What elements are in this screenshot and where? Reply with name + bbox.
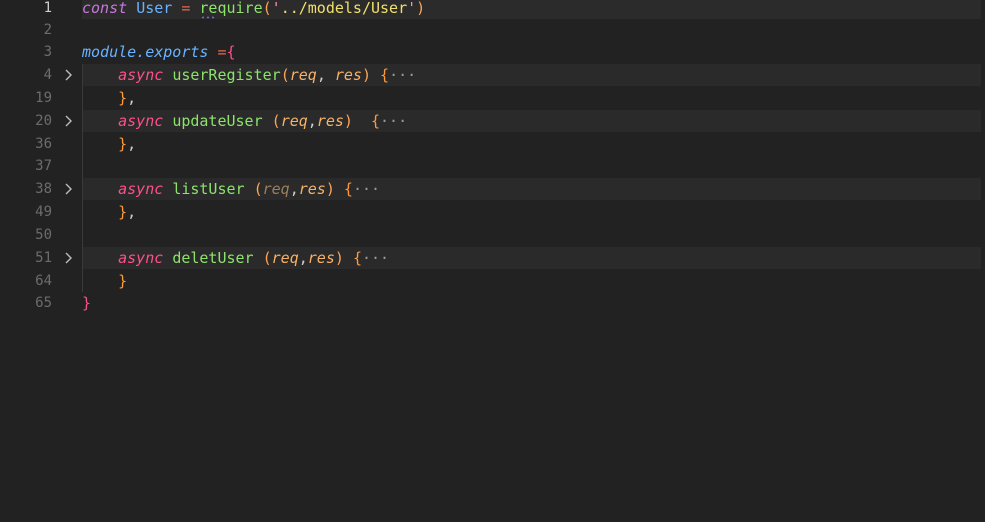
- line-number: 37: [35, 158, 52, 174]
- code-text[interactable]: async deletUser (req,res) {···: [82, 247, 389, 269]
- code-text[interactable]: module.exports ={: [82, 41, 236, 63]
- code-line-folded[interactable]: 51 async deletUser (req,res) {···: [0, 247, 985, 269]
- code-text[interactable]: async userRegister(req, res) {···: [82, 64, 416, 86]
- line-number: 50: [35, 227, 52, 243]
- folded-region-ellipsis[interactable]: ···: [362, 249, 389, 267]
- code-line[interactable]: 36 },: [0, 133, 985, 155]
- code-line[interactable]: 49 },: [0, 201, 985, 223]
- code-line[interactable]: 64 }: [0, 270, 985, 292]
- problem-hint-dots: [202, 16, 214, 19]
- code-line[interactable]: 50: [0, 224, 985, 246]
- code-editor[interactable]: 1 const User = require('../models/User')…: [0, 0, 985, 522]
- code-text[interactable]: },: [82, 201, 136, 223]
- line-number: 20: [35, 113, 52, 129]
- code-line[interactable]: 1 const User = require('../models/User'): [0, 0, 985, 19]
- line-number: 38: [35, 181, 52, 197]
- folded-region-ellipsis[interactable]: ···: [353, 180, 380, 198]
- code-line[interactable]: 37: [0, 155, 985, 177]
- code-text[interactable]: async updateUser (req,res) {···: [82, 110, 407, 132]
- line-number: 4: [43, 67, 52, 83]
- code-line[interactable]: 65 }: [0, 292, 985, 314]
- code-line[interactable]: 19 },: [0, 87, 985, 109]
- line-number: 64: [35, 273, 52, 289]
- line-number: 19: [35, 90, 52, 106]
- code-line-folded[interactable]: 38 async listUser (req,res) {···: [0, 178, 985, 200]
- code-line-folded[interactable]: 20 async updateUser (req,res) {···: [0, 110, 985, 132]
- chevron-right-icon[interactable]: [62, 178, 76, 200]
- code-text[interactable]: }: [82, 292, 91, 314]
- line-number: 49: [35, 204, 52, 220]
- chevron-right-icon[interactable]: [62, 110, 76, 132]
- line-number: 3: [43, 44, 52, 60]
- chevron-right-icon[interactable]: [62, 247, 76, 269]
- code-line[interactable]: 3 module.exports ={: [0, 41, 985, 63]
- line-number: 51: [35, 250, 52, 266]
- code-text[interactable]: const User = require('../models/User'): [82, 0, 425, 19]
- line-number: 1: [43, 0, 52, 16]
- code-text[interactable]: }: [82, 270, 127, 292]
- folded-region-ellipsis[interactable]: ···: [380, 112, 407, 130]
- indent-guide: [82, 64, 83, 292]
- line-number: 2: [43, 22, 52, 38]
- code-text[interactable]: },: [82, 133, 136, 155]
- line-number: 65: [35, 295, 52, 311]
- code-text[interactable]: },: [82, 87, 136, 109]
- code-text[interactable]: async listUser (req,res) {···: [82, 178, 380, 200]
- chevron-right-icon[interactable]: [62, 64, 76, 86]
- line-number: 36: [35, 136, 52, 152]
- code-line[interactable]: 2: [0, 19, 985, 41]
- code-line-folded[interactable]: 4 async userRegister(req, res) {···: [0, 64, 985, 86]
- folded-region-ellipsis[interactable]: ···: [389, 66, 416, 84]
